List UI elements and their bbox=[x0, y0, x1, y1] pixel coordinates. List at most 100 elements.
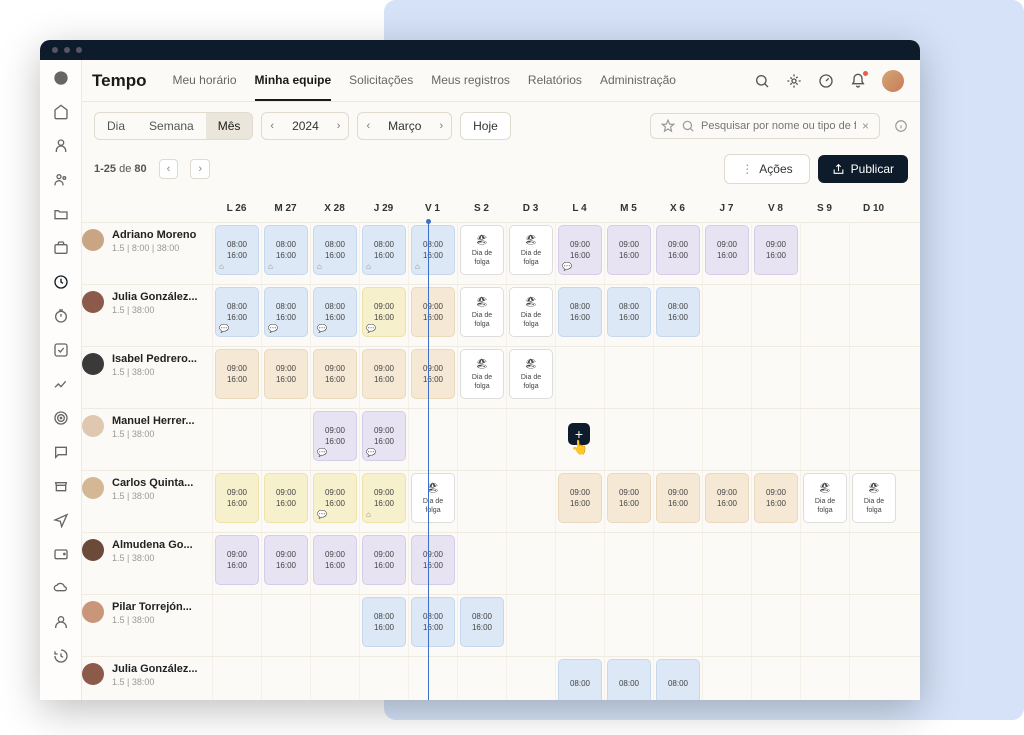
day-cell[interactable] bbox=[800, 409, 849, 470]
user-avatar[interactable] bbox=[882, 70, 904, 92]
gauge-icon[interactable] bbox=[818, 73, 834, 89]
nav-tab[interactable]: Minha equipe bbox=[255, 61, 332, 101]
day-cell[interactable] bbox=[849, 347, 898, 408]
today-button[interactable]: Hoje bbox=[460, 112, 511, 140]
settings-icon[interactable] bbox=[786, 73, 802, 89]
shift-card[interactable]: 08:0016:00⌂ bbox=[264, 225, 308, 275]
day-cell[interactable] bbox=[506, 657, 555, 700]
shift-card[interactable]: 08:0016:00 bbox=[656, 287, 700, 337]
day-cell[interactable] bbox=[849, 657, 898, 700]
day-cell[interactable]: 08:0016:00⌂ bbox=[408, 223, 457, 284]
search-icon[interactable] bbox=[754, 73, 770, 89]
day-cell[interactable]: 08:0016:00⌂ bbox=[212, 223, 261, 284]
shift-card[interactable]: 09:0016:00💬 bbox=[362, 411, 406, 461]
day-cell[interactable]: 09:0016:00 bbox=[751, 471, 800, 532]
day-cell[interactable] bbox=[457, 533, 506, 594]
day-cell[interactable] bbox=[702, 533, 751, 594]
shift-card[interactable]: 09:0016:00 bbox=[705, 225, 749, 275]
day-cell[interactable] bbox=[212, 595, 261, 656]
day-cell[interactable]: 08:0016:00💬 bbox=[212, 285, 261, 346]
day-cell[interactable]: 🏖Dia defolga bbox=[457, 285, 506, 346]
person-cell[interactable]: Pilar Torrejón...1.5 | 38:00 bbox=[82, 595, 212, 656]
day-off-card[interactable]: 🏖Dia defolga bbox=[509, 349, 553, 399]
view-segment[interactable]: Mês bbox=[206, 113, 253, 139]
pager-next[interactable]: › bbox=[190, 159, 210, 179]
day-cell[interactable] bbox=[849, 595, 898, 656]
clear-search-icon[interactable]: × bbox=[862, 119, 869, 133]
shift-card[interactable]: 08:00 bbox=[558, 659, 602, 700]
shift-card[interactable]: 09:0016:00 bbox=[558, 473, 602, 523]
person-cell[interactable]: Julia González...1.5 | 38:00 bbox=[82, 285, 212, 346]
day-cell[interactable] bbox=[604, 533, 653, 594]
shift-card[interactable]: 08:0016:00 bbox=[411, 597, 455, 647]
day-cell[interactable] bbox=[849, 409, 898, 470]
day-cell[interactable]: 08:0016:00 bbox=[604, 285, 653, 346]
day-cell[interactable] bbox=[604, 595, 653, 656]
day-cell[interactable]: 🏖Dia defolga bbox=[457, 347, 506, 408]
star-icon[interactable] bbox=[661, 119, 675, 133]
clock-icon[interactable] bbox=[53, 274, 69, 290]
wallet-icon[interactable] bbox=[53, 546, 69, 562]
person-cell[interactable]: Adriano Moreno1.5 | 8:00 | 38:00 bbox=[82, 223, 212, 284]
shift-card[interactable]: 08:0016:00 bbox=[607, 287, 651, 337]
day-cell[interactable] bbox=[604, 347, 653, 408]
day-cell[interactable]: 09:0016:00 bbox=[408, 533, 457, 594]
day-cell[interactable]: 08:0016:00💬 bbox=[310, 285, 359, 346]
shift-card[interactable]: 08:0016:00⌂ bbox=[215, 225, 259, 275]
day-cell[interactable]: 08:0016:00 bbox=[653, 285, 702, 346]
bell-icon[interactable] bbox=[850, 73, 866, 89]
day-cell[interactable]: 09:0016:00 bbox=[408, 285, 457, 346]
day-cell[interactable]: 09:0016:00 bbox=[653, 223, 702, 284]
day-cell[interactable] bbox=[800, 285, 849, 346]
nav-tab[interactable]: Meu horário bbox=[172, 61, 236, 101]
nav-tab[interactable]: Solicitações bbox=[349, 61, 413, 101]
day-cell[interactable]: 08:0016:00 bbox=[457, 595, 506, 656]
timer-icon[interactable] bbox=[53, 308, 69, 324]
shift-card[interactable]: 08:00 bbox=[607, 659, 651, 700]
day-cell[interactable] bbox=[800, 595, 849, 656]
day-cell[interactable]: 09:0016:00 bbox=[212, 471, 261, 532]
day-off-card[interactable]: 🏖Dia defolga bbox=[460, 225, 504, 275]
shift-card[interactable]: 09:0016:00 bbox=[362, 535, 406, 585]
nav-tab[interactable]: Relatórios bbox=[528, 61, 582, 101]
day-cell[interactable] bbox=[261, 657, 310, 700]
shift-card[interactable]: 09:0016:00 bbox=[656, 473, 700, 523]
day-cell[interactable]: 08:0016:00⌂ bbox=[261, 223, 310, 284]
day-cell[interactable] bbox=[457, 657, 506, 700]
shift-card[interactable]: 09:0016:00 bbox=[607, 225, 651, 275]
day-cell[interactable]: 09:0016:00 bbox=[261, 347, 310, 408]
day-cell[interactable] bbox=[408, 409, 457, 470]
person-cell[interactable]: Almudena Go...1.5 | 38:00 bbox=[82, 533, 212, 594]
home-icon[interactable] bbox=[53, 104, 69, 120]
day-cell[interactable] bbox=[800, 533, 849, 594]
shift-card[interactable]: 09:0016:00💬 bbox=[313, 411, 357, 461]
day-cell[interactable] bbox=[457, 409, 506, 470]
team-icon[interactable] bbox=[53, 172, 69, 188]
pager-prev[interactable]: ‹ bbox=[159, 159, 179, 179]
day-cell[interactable] bbox=[261, 595, 310, 656]
day-cell[interactable]: 09:0016:00 bbox=[261, 533, 310, 594]
day-cell[interactable]: 09:0016:00 bbox=[212, 347, 261, 408]
day-cell[interactable] bbox=[310, 657, 359, 700]
shift-card[interactable]: 09:0016:00 bbox=[411, 287, 455, 337]
day-cell[interactable]: 09:0016:00 bbox=[359, 533, 408, 594]
nav-tab[interactable]: Administração bbox=[600, 61, 676, 101]
shift-card[interactable]: 09:0016:00 bbox=[754, 473, 798, 523]
day-cell[interactable] bbox=[212, 657, 261, 700]
day-off-card[interactable]: 🏖Dia defolga bbox=[509, 225, 553, 275]
user-icon[interactable] bbox=[53, 614, 69, 630]
person-cell[interactable]: Julia González...1.5 | 38:00 bbox=[82, 657, 212, 700]
person-cell[interactable]: Manuel Herrer...1.5 | 38:00 bbox=[82, 409, 212, 470]
shift-card[interactable]: 09:0016:00 bbox=[313, 349, 357, 399]
day-cell[interactable]: 08:00 bbox=[555, 657, 604, 700]
day-cell[interactable]: 09:0016:00 bbox=[604, 471, 653, 532]
shift-card[interactable]: 08:0016:00⌂ bbox=[362, 225, 406, 275]
day-cell[interactable] bbox=[751, 409, 800, 470]
day-cell[interactable]: 09:0016:00 bbox=[261, 471, 310, 532]
day-cell[interactable]: 08:0016:00⌂ bbox=[310, 223, 359, 284]
day-cell[interactable]: 09:0016:00💬 bbox=[310, 471, 359, 532]
day-cell[interactable] bbox=[555, 533, 604, 594]
target-icon[interactable] bbox=[53, 410, 69, 426]
person-icon[interactable] bbox=[53, 138, 69, 154]
shift-card[interactable]: 09:0016:00 bbox=[754, 225, 798, 275]
